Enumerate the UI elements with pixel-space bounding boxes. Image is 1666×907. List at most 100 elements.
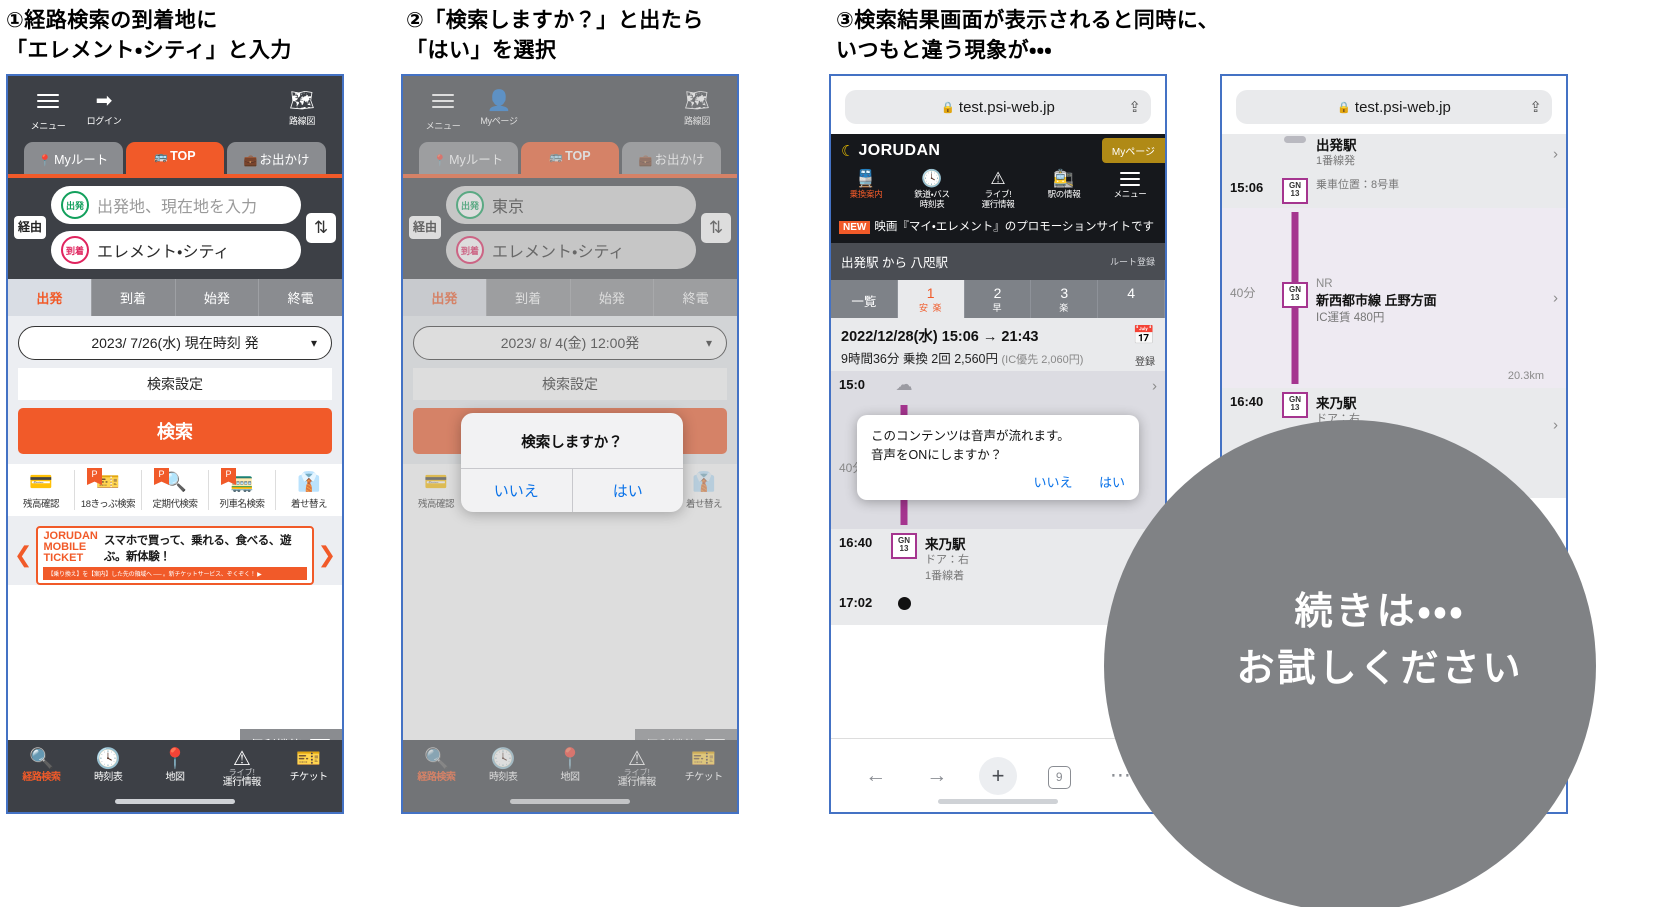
result-tab-3[interactable]: 3楽 [1031, 280, 1099, 319]
dialog-yes-button[interactable]: はい [573, 469, 684, 512]
timetable-icon: 🕓 [921, 169, 943, 188]
tab-top[interactable]: 🚌 TOP [125, 142, 225, 174]
login-button[interactable]: ➡ ログイン [76, 90, 132, 127]
result-tab-4[interactable]: 4 [1098, 280, 1165, 319]
hamburger-icon [1097, 168, 1163, 190]
chevron-right-icon: › [1553, 145, 1558, 163]
departure-input[interactable]: 出発 出発地、現在地を入力 [51, 186, 301, 224]
segment-last-train[interactable]: 終電 [259, 279, 342, 316]
segment-first-train[interactable]: 始発 [176, 279, 260, 316]
route-summary: 2022/12/28(水) 15:06 → 21:43 📅 9時間36分 乗換 … [831, 318, 1165, 372]
quick-pass-search[interactable]: P 🔍 定期代検索 [142, 468, 209, 510]
site-nav-live[interactable]: ⚠ ライブ! 運行情報 [965, 168, 1031, 210]
result-tab-list[interactable]: 一覧 [831, 280, 898, 319]
quick-theme[interactable]: 👔 着せ替え [276, 470, 342, 510]
via-button[interactable]: 経由 [14, 215, 46, 240]
chevron-right-icon[interactable]: ❯ [318, 542, 336, 568]
new-badge: NEW [839, 220, 871, 234]
bag-icon: 💼 [243, 155, 258, 167]
header-icon-row: メニュー ➡ ログイン 🗺 路線図 [20, 90, 330, 142]
audio-dialog-yes-button[interactable]: はい [1099, 475, 1125, 490]
news-banner[interactable]: NEW 映画『マイ・エレメント』のプロモーションサイトです [831, 216, 1165, 244]
segment-arrival[interactable]: 到着 [92, 279, 176, 316]
bottom-nav-ticket[interactable]: 🎫 チケット [275, 746, 342, 812]
bottom-nav: 🔍 経路検索 🕓 時刻表 📍 地図 ⚠ ライブ! 運行情報 🎫 チケット [8, 740, 342, 812]
browser-new-tab-button[interactable]: + [967, 756, 1028, 795]
timeline-station-row[interactable]: 出発駅 1番線発 › [1222, 134, 1566, 174]
station-name: 来乃駅 [1316, 395, 1357, 411]
browser-back-button[interactable]: ← [845, 764, 906, 788]
address-bar[interactable]: 🔒 test.psi-web.jp ⇪ [1236, 90, 1552, 124]
leg-line-name: 新西都市線 丘野方面 [1316, 292, 1437, 308]
audio-dialog-line1: このコンテンツは音声が流れます。 [871, 429, 1070, 443]
calendar-icon[interactable]: 📅 [1133, 325, 1155, 346]
browser-tabs-button[interactable]: 9 [1029, 763, 1090, 789]
datetime-select[interactable]: 2023/ 7/26(水) 現在時刻 発 ▾ [18, 326, 332, 360]
quick-ticket18[interactable]: P 🎫 18きっぷ検索 [75, 468, 142, 510]
menu-label: メニュー [30, 120, 66, 131]
home-indicator [115, 799, 235, 804]
menu-button[interactable]: メニュー [20, 90, 76, 132]
boarding-position: 乗車位置：8号車 [1316, 178, 1400, 191]
search-settings-button[interactable]: 検索設定 [18, 368, 332, 400]
chevron-right-icon: › [1553, 289, 1558, 307]
line-code-badge: GN 13 [1282, 391, 1308, 418]
tab-myroute[interactable]: 📍 Myルート [24, 142, 123, 174]
datetime-value: 2023/ 7/26(水) 現在時刻 発 [91, 335, 259, 351]
promo-brand-3: TICKET [43, 552, 84, 565]
tab-odekake[interactable]: 💼 お出かけ [227, 142, 327, 174]
browser-address-bar-area: 🔒 test.psi-web.jp ⇪ [831, 76, 1165, 134]
station-name: 来乃駅 [925, 537, 966, 553]
timeline-leg-row[interactable]: 40分 GN 13 NR 新西都市線 丘野方面 IC運賃 480円 › 20.3… [1222, 207, 1566, 388]
leg-fare: IC運賃 480円 [1316, 311, 1385, 324]
timeline-station-row[interactable]: 16:40 GN 13 来乃駅 ドア：右 1番線着 [831, 529, 1165, 589]
lock-icon: 🔒 [1337, 101, 1351, 114]
browser-forward-button[interactable]: → [906, 764, 967, 788]
search-button[interactable]: 検索 [18, 408, 332, 454]
confirm-search-dialog: 検索しますか？ いいえ はい [461, 413, 683, 512]
url-text: test.psi-web.jp [1354, 98, 1451, 116]
timeline-time: 16:40 [839, 535, 873, 551]
chevron-right-icon: › [1553, 416, 1558, 434]
station-platform: 1番線発 [1316, 155, 1356, 167]
route-register-button[interactable]: ルート登録 [1110, 255, 1155, 268]
share-icon[interactable]: ⇪ [1128, 98, 1141, 116]
address-bar[interactable]: 🔒 test.psi-web.jp ⇪ [845, 90, 1151, 124]
swap-icon[interactable]: ⇅ [306, 212, 336, 243]
search-icon: 🔍 [28, 748, 54, 770]
share-icon[interactable]: ⇪ [1529, 98, 1542, 116]
quick-balance[interactable]: 💳 残高確認 [8, 470, 75, 510]
home-indicator [938, 799, 1058, 804]
site-nav-transfer[interactable]: 🚆 乗換案内 [833, 168, 899, 210]
teaser-circle-overlay: 続きは・・・ お試しください [1104, 420, 1596, 907]
bottom-nav-route-search[interactable]: 🔍 経路検索 [8, 746, 75, 812]
news-text: 映画『マイ・エレメント』のプロモーションサイトです [874, 220, 1155, 233]
timeline-station-row[interactable]: 15:0 ☁ › [831, 371, 1165, 402]
result-tab-2[interactable]: 2早 [965, 280, 1032, 319]
route-title: 出発駅 から 八咫駅 [841, 256, 948, 271]
result-tab-1[interactable]: 1安 楽 [897, 280, 965, 319]
train-name-icon: 🚃 [230, 472, 254, 493]
audio-dialog-line2: 音声をONにしますか？ [871, 448, 1003, 463]
chevron-left-icon[interactable]: ❮ [14, 542, 32, 568]
poster-root: ①経路検索の到着地に 「エレメント・シティ」と入力 ②「検索しますか？」と出たら… [0, 0, 1666, 907]
site-nav-station[interactable]: 🚉 駅の情報 [1031, 168, 1097, 210]
segment-departure[interactable]: 出発 [8, 279, 92, 316]
result-tabs: 一覧 1安 楽 2早 3楽 4 [831, 280, 1165, 319]
moon-icon: ☾ [841, 143, 855, 160]
site-nav-menu[interactable]: メニュー [1097, 168, 1163, 210]
arrival-input[interactable]: 到着 エレメント・シティ [51, 231, 301, 269]
promo-carousel: ❮ JORUDAN MOBILE TICKET スマホで買って、乗れる、食べる、… [14, 526, 336, 585]
timeline-station-row[interactable]: 15:06 GN 13 乗車位置：8号車 [1222, 174, 1566, 208]
quick-train-name[interactable]: P 🚃 列車名検索 [209, 468, 276, 510]
url-text: test.psi-web.jp [958, 98, 1055, 116]
promo-card[interactable]: JORUDAN MOBILE TICKET スマホで買って、乗れる、食べる、遊ぶ… [36, 526, 314, 585]
departure-badge: 出発 [61, 191, 89, 219]
dialog-no-button[interactable]: いいえ [461, 469, 573, 512]
audio-dialog-no-button[interactable]: いいえ [1034, 475, 1073, 490]
caption-step-2: ②「検索しますか？」と出たら 「はい」を選択 [406, 9, 704, 63]
route-map-button[interactable]: 🗺 路線図 [274, 90, 330, 127]
jorudan-site-header: ☾ JORUDAN Myページ 🚆 乗換案内 🕓 鉄道・バス 時刻表 ⚠ ライブ… [831, 134, 1165, 244]
mypage-button[interactable]: Myページ [1101, 138, 1165, 163]
site-nav-timetable[interactable]: 🕓 鉄道・バス 時刻表 [899, 168, 965, 210]
